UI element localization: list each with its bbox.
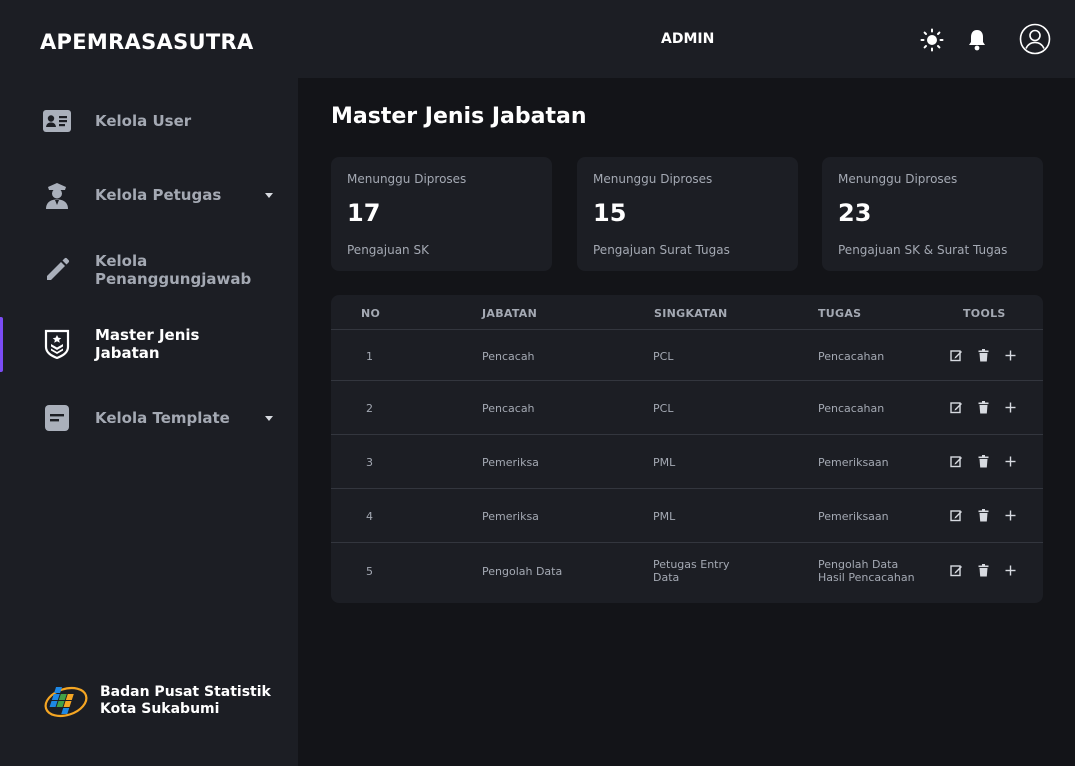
cell-jabatan: Pengolah Data bbox=[482, 564, 563, 578]
cell-no: 2 bbox=[366, 401, 373, 415]
table-row: 5 Pengolah Data Petugas Entry Data Pengolah… bbox=[331, 543, 1043, 599]
trash-icon[interactable] bbox=[976, 454, 990, 468]
id-card-icon bbox=[41, 105, 73, 137]
stat-card-label: Menunggu Diproses bbox=[838, 172, 958, 186]
sidebar-item-kelola-petugas[interactable]: Kelola Petugas bbox=[0, 178, 298, 212]
edit-icon[interactable] bbox=[949, 563, 963, 577]
plus-icon[interactable] bbox=[1003, 508, 1017, 522]
chevron-down-icon[interactable] bbox=[265, 415, 273, 421]
table-row: 3 Pemeriksa PML Pemeriksaan bbox=[331, 435, 1043, 489]
stat-card-subtitle: Pengajuan Surat Tugas bbox=[593, 243, 730, 257]
column-header-singkatan: SINGKATAN bbox=[654, 307, 728, 320]
cell-no: 3 bbox=[366, 455, 373, 469]
bps-logo-icon bbox=[42, 681, 90, 721]
pencil-icon bbox=[41, 254, 73, 286]
officer-icon bbox=[41, 179, 73, 211]
row-tools bbox=[949, 400, 1030, 414]
edit-icon[interactable] bbox=[949, 508, 963, 522]
edit-icon[interactable] bbox=[949, 454, 963, 468]
cell-singkatan: PCL bbox=[653, 349, 674, 363]
edit-icon[interactable] bbox=[949, 348, 963, 362]
stat-card-subtitle: Pengajuan SK bbox=[347, 243, 429, 257]
cell-jabatan: Pemeriksa bbox=[482, 455, 539, 469]
row-tools bbox=[949, 508, 1030, 522]
table-row: 4 Pemeriksa PML Pemeriksaan bbox=[331, 489, 1043, 543]
stat-card-subtitle: Pengajuan SK & Surat Tugas bbox=[838, 243, 1008, 257]
user-profile-icon[interactable] bbox=[1018, 22, 1052, 56]
stat-card-label: Menunggu Diproses bbox=[593, 172, 713, 186]
sidebar-item-kelola-user[interactable]: Kelola User bbox=[0, 104, 298, 138]
cell-singkatan: PML bbox=[653, 455, 676, 469]
chevron-down-icon[interactable] bbox=[265, 192, 273, 198]
plus-icon[interactable] bbox=[1003, 400, 1017, 414]
app-title: APEMRASASUTRA bbox=[40, 30, 254, 54]
stat-card-sk: Menunggu Diproses 17 Pengajuan SK bbox=[331, 157, 552, 271]
sidebar-item-kelola-template[interactable]: Kelola Template bbox=[0, 401, 298, 435]
cell-singkatan: Petugas Entry Data bbox=[653, 558, 730, 584]
sidebar-item-master-jenis-jabatan[interactable]: Master Jenis Jabatan bbox=[0, 324, 298, 364]
cell-no: 5 bbox=[366, 564, 373, 578]
row-tools bbox=[949, 563, 1030, 577]
cell-no: 4 bbox=[366, 509, 373, 523]
trash-icon[interactable] bbox=[976, 508, 990, 522]
cell-no: 1 bbox=[366, 349, 373, 363]
row-tools bbox=[949, 454, 1030, 468]
cell-tugas: Pencacahan bbox=[818, 349, 885, 363]
sidebar-item-label: Kelola User bbox=[95, 112, 192, 130]
sidebar-item-kelola-penanggungjawab[interactable]: Kelola Penanggungjawab bbox=[0, 250, 298, 290]
trash-icon[interactable] bbox=[976, 563, 990, 577]
document-icon bbox=[41, 402, 73, 434]
column-header-tugas: TUGAS bbox=[818, 307, 862, 320]
cell-singkatan: PCL bbox=[653, 401, 674, 415]
stat-card-label: Menunggu Diproses bbox=[347, 172, 467, 186]
stat-card-surat-tugas: Menunggu Diproses 15 Pengajuan Surat Tug… bbox=[577, 157, 798, 271]
cell-tugas: Pemeriksaan bbox=[818, 509, 889, 523]
stat-card-value: 23 bbox=[838, 199, 872, 227]
cell-tugas: Pengolah Data Hasil Pencacahan bbox=[818, 558, 915, 584]
sidebar-item-label: Kelola Penanggungjawab bbox=[95, 252, 252, 288]
column-header-tools: TOOLS bbox=[963, 307, 1006, 320]
org-name-line2: Kota Sukabumi bbox=[100, 701, 220, 717]
table-row: 1 Pencacah PCL Pencacahan bbox=[331, 331, 1043, 381]
user-role-label: ADMIN bbox=[661, 31, 715, 47]
org-name-line1: Badan Pusat Statistik bbox=[100, 684, 271, 700]
rank-badge-icon bbox=[41, 328, 73, 360]
page-title: Master Jenis Jabatan bbox=[331, 104, 587, 129]
cell-jabatan: Pemeriksa bbox=[482, 509, 539, 523]
column-header-no: NO bbox=[361, 307, 381, 320]
jabatan-table: NO JABATAN SINGKATAN TUGAS TOOLS 1 Pencac… bbox=[331, 295, 1043, 603]
column-header-jabatan: JABATAN bbox=[482, 307, 538, 320]
plus-icon[interactable] bbox=[1003, 454, 1017, 468]
cell-jabatan: Pencacah bbox=[482, 401, 535, 415]
edit-icon[interactable] bbox=[949, 400, 963, 414]
cell-jabatan: Pencacah bbox=[482, 349, 535, 363]
table-row: 2 Pencacah PCL Pencacahan bbox=[331, 381, 1043, 435]
sidebar: Kelola User Kelola Petugas Kelola Penang… bbox=[0, 78, 298, 766]
top-bar: APEMRASASUTRA ADMIN bbox=[0, 0, 1075, 78]
stat-card-value: 15 bbox=[593, 199, 627, 227]
stat-card-sk-surat-tugas: Menunggu Diproses 23 Pengajuan SK & Sura… bbox=[822, 157, 1043, 271]
sidebar-item-label: Kelola Template bbox=[95, 409, 230, 427]
sidebar-item-label: Master Jenis Jabatan bbox=[95, 326, 200, 362]
organization-footer: Badan Pusat Statistik Kota Sukabumi bbox=[42, 681, 271, 721]
theme-toggle-sun-icon[interactable] bbox=[918, 26, 946, 54]
stat-card-value: 17 bbox=[347, 199, 381, 227]
cell-tugas: Pemeriksaan bbox=[818, 455, 889, 469]
table-header: NO JABATAN SINGKATAN TUGAS TOOLS bbox=[331, 295, 1043, 330]
notification-bell-icon[interactable] bbox=[964, 26, 990, 54]
plus-icon[interactable] bbox=[1003, 348, 1017, 362]
cell-tugas: Pencacahan bbox=[818, 401, 885, 415]
cell-singkatan: PML bbox=[653, 509, 676, 523]
trash-icon[interactable] bbox=[976, 348, 990, 362]
trash-icon[interactable] bbox=[976, 400, 990, 414]
plus-icon[interactable] bbox=[1003, 563, 1017, 577]
sidebar-item-label: Kelola Petugas bbox=[95, 186, 222, 204]
row-tools bbox=[949, 348, 1030, 362]
